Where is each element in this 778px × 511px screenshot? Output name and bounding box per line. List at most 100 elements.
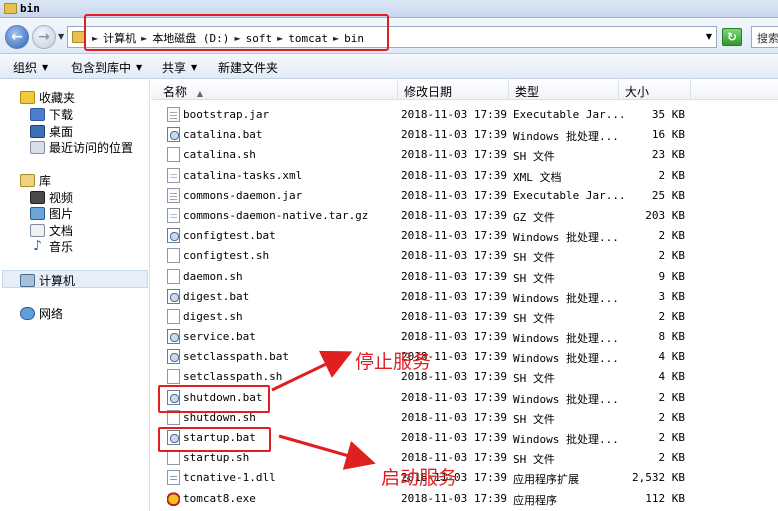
file-type: SH 文件 xyxy=(513,372,555,386)
nav-libraries-label: 库 xyxy=(39,174,52,188)
file-size: 2 KB xyxy=(658,249,686,263)
nav-favorites-label: 收藏夹 xyxy=(39,91,76,105)
file-size: 35 KB xyxy=(651,108,685,121)
stop-service-label: 停止服务 xyxy=(355,351,432,373)
organize-menu[interactable]: 组织 ▼ xyxy=(13,59,48,76)
navigation-pane: 收藏夹 下载 桌面 最近访问的位置 库 视频 图片 文档 ♪ 音乐 计算机 网络 xyxy=(0,79,150,511)
nav-network[interactable]: 网络 xyxy=(20,305,63,322)
file-date: 2018-11-03 17:39 xyxy=(401,269,507,283)
sh-file-icon xyxy=(167,369,180,385)
pictures-icon xyxy=(30,207,45,220)
jar-file-icon xyxy=(167,107,180,122)
bat-file-icon xyxy=(167,288,180,304)
file-type: Executable Jar... xyxy=(513,108,626,121)
file-row[interactable]: bootstrap.jar 2018-11-03 17:39 Executable … xyxy=(151,105,778,125)
file-row[interactable]: daemon.sh 2018-11-03 17:39 SH 文件 9 KB xyxy=(151,267,778,287)
new-folder-button[interactable]: 新建文件夹 xyxy=(218,59,278,76)
file-type: Windows 批处理... xyxy=(513,291,619,305)
nav-pictures[interactable]: 图片 xyxy=(30,205,73,222)
nav-favorites[interactable]: 收藏夹 xyxy=(20,89,75,106)
nav-recent-label: 最近访问的位置 xyxy=(49,141,134,155)
nav-desktop-label: 桌面 xyxy=(49,125,74,139)
file-row[interactable]: digest.bat 2018-11-03 17:39 Windows 批处理...… xyxy=(151,287,778,307)
history-dropdown-icon[interactable]: ▼ xyxy=(58,32,64,41)
nav-pictures-label: 图片 xyxy=(49,207,74,221)
file-row[interactable]: catalina.sh 2018-11-03 17:39 SH 文件 23 KB xyxy=(151,145,778,165)
file-size: 2 KB xyxy=(658,410,686,424)
nav-libraries[interactable]: 库 xyxy=(20,172,51,189)
column-header-name[interactable]: 名称 ▲ xyxy=(151,79,398,100)
file-type: 应用程序 xyxy=(513,493,557,507)
file-type: GZ 文件 xyxy=(513,210,555,224)
exe-file-icon xyxy=(167,490,180,506)
include-library-menu[interactable]: 包含到库中 ▼ xyxy=(71,59,142,76)
file-size: 16 KB xyxy=(651,128,685,142)
file-row[interactable]: service.bat 2018-11-03 17:39 Windows 批处理..… xyxy=(151,327,778,347)
file-row[interactable]: setclasspath.bat 2018-11-03 17:39 Windows … xyxy=(151,347,778,367)
file-row[interactable]: commons-daemon-native.tar.gz 2018-11-03 1… xyxy=(151,206,778,226)
bat-file-icon xyxy=(167,127,180,143)
nav-computer[interactable]: 计算机 xyxy=(20,272,75,289)
file-name: bootstrap.jar xyxy=(183,108,270,121)
file-type: SH 文件 xyxy=(513,311,555,325)
file-size: 8 KB xyxy=(658,330,686,344)
bat-file-icon xyxy=(167,329,180,345)
file-date: 2018-11-03 17:39 xyxy=(401,188,507,202)
column-header-date[interactable]: 修改日期 xyxy=(398,79,509,100)
file-name: configtest.bat xyxy=(183,229,276,243)
music-icon: ♪ xyxy=(30,239,45,253)
chevron-down-icon[interactable]: ▼ xyxy=(706,32,712,41)
documents-icon xyxy=(30,224,45,237)
file-row[interactable]: catalina.bat 2018-11-03 17:39 Windows 批处理.… xyxy=(151,125,778,145)
file-name: configtest.sh xyxy=(183,249,270,263)
file-type: Windows 批处理... xyxy=(513,231,619,245)
file-row[interactable]: digest.sh 2018-11-03 17:39 SH 文件 2 KB xyxy=(151,307,778,327)
file-size: 203 KB xyxy=(645,208,685,222)
file-date: 2018-11-03 17:39 xyxy=(401,148,507,162)
file-name: service.bat xyxy=(183,330,256,344)
file-date: 2018-11-03 17:39 xyxy=(401,249,507,263)
nav-videos[interactable]: 视频 xyxy=(30,189,73,206)
column-header-type[interactable]: 类型 xyxy=(509,79,619,100)
nav-recent[interactable]: 最近访问的位置 xyxy=(30,139,133,156)
sh-file-icon xyxy=(167,248,180,264)
file-row[interactable]: tomcat8.exe 2018-11-03 17:39 应用程序 112 KB xyxy=(151,489,778,509)
chevron-down-icon: ▼ xyxy=(42,63,49,72)
file-row[interactable]: tcnative-1.dll 2018-11-03 17:39 应用程序扩展 2,53… xyxy=(151,468,778,488)
nav-music[interactable]: ♪ 音乐 xyxy=(30,238,73,255)
file-row[interactable]: configtest.bat 2018-11-03 17:39 Windows 批处… xyxy=(151,226,778,246)
file-type: Windows 批处理... xyxy=(513,433,619,446)
file-type: SH 文件 xyxy=(513,150,555,164)
search-input[interactable]: 搜索 xyxy=(751,26,778,48)
file-type: Windows 批处理... xyxy=(513,130,619,144)
file-type: SH 文件 xyxy=(513,251,555,265)
back-button[interactable]: ← xyxy=(5,25,29,49)
nav-downloads[interactable]: 下载 xyxy=(30,106,73,123)
column-header-size[interactable]: 大小 xyxy=(619,79,691,100)
share-menu[interactable]: 共享 ▼ xyxy=(162,59,197,76)
file-type: Windows 批处理... xyxy=(513,392,619,406)
file-type: 应用程序扩展 xyxy=(513,473,579,487)
new-folder-label: 新建文件夹 xyxy=(218,61,279,75)
nav-desktop[interactable]: 桌面 xyxy=(30,123,73,140)
nav-documents[interactable]: 文档 xyxy=(30,222,73,239)
file-type: SH 文件 xyxy=(513,412,555,426)
refresh-button[interactable]: ↻ xyxy=(722,28,742,46)
file-size: 2 KB xyxy=(658,168,686,182)
sh-file-icon xyxy=(167,147,180,163)
file-size: 2 KB xyxy=(658,451,686,465)
file-row[interactable]: configtest.sh 2018-11-03 17:39 SH 文件 2 KB xyxy=(151,246,778,266)
sort-ascending-icon: ▲ xyxy=(196,89,203,98)
forward-button[interactable]: → xyxy=(32,25,56,49)
file-row[interactable]: commons-daemon.jar 2018-11-03 17:39 Execut… xyxy=(151,186,778,206)
file-type: Windows 批处理... xyxy=(513,352,619,366)
file-type: SH 文件 xyxy=(513,271,555,285)
network-icon xyxy=(20,307,35,320)
jar-file-icon xyxy=(167,187,180,203)
include-library-label: 包含到库中 xyxy=(71,61,132,75)
file-row[interactable]: catalina-tasks.xml 2018-11-03 17:39 XML 文档… xyxy=(151,166,778,186)
file-date: 2018-11-03 17:39 xyxy=(401,330,507,344)
highlight-box-shutdown xyxy=(158,385,270,413)
share-label: 共享 xyxy=(162,61,187,75)
window-title: bin xyxy=(20,2,40,15)
